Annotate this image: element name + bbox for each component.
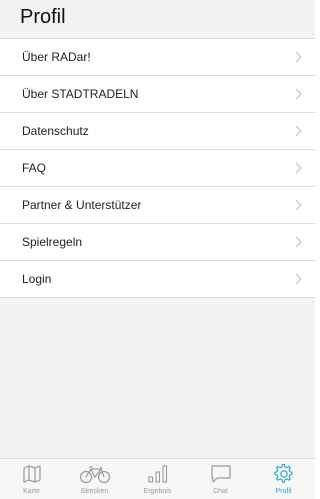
- menu-item-label: FAQ: [22, 161, 47, 175]
- tab-label: Chat: [213, 488, 228, 495]
- menu-item-label: Spielregeln: [22, 235, 83, 249]
- tab-ergebnis[interactable]: Ergebnis: [126, 459, 189, 499]
- menu-item-label: Datenschutz: [22, 124, 89, 138]
- tab-label: Karte: [23, 488, 40, 495]
- profile-screen: Profil Über RADar! Über STADTRADELN Date…: [0, 0, 315, 499]
- menu-item-partners[interactable]: Partner & Unterstützer: [0, 187, 315, 224]
- tab-karte[interactable]: Karte: [0, 459, 63, 499]
- map-icon: [22, 465, 41, 483]
- chevron-right-icon: [295, 88, 302, 100]
- menu-item-login[interactable]: Login: [0, 261, 315, 298]
- chevron-right-icon: [295, 236, 302, 248]
- menu-item-about-stadtradeln[interactable]: Über STADTRADELN: [0, 76, 315, 113]
- tab-label: Ergebnis: [143, 488, 172, 495]
- chevron-right-icon: [295, 51, 302, 63]
- menu-item-rules[interactable]: Spielregeln: [0, 224, 315, 261]
- chevron-right-icon: [295, 199, 302, 211]
- menu-item-faq[interactable]: FAQ: [0, 150, 315, 187]
- menu-item-label: Über RADar!: [22, 50, 91, 64]
- bar-chart-icon: [147, 465, 167, 483]
- menu-item-privacy[interactable]: Datenschutz: [0, 113, 315, 150]
- tab-label: Profil: [275, 488, 292, 495]
- menu-item-about-radar[interactable]: Über RADar!: [0, 39, 315, 76]
- bicycle-icon: [79, 466, 110, 484]
- header: Profil: [0, 0, 315, 38]
- tab-strecken[interactable]: Strecken: [63, 459, 126, 499]
- menu-item-label: Login: [22, 272, 52, 286]
- chat-bubble-icon: [210, 465, 231, 483]
- chevron-right-icon: [295, 273, 302, 285]
- chevron-right-icon: [295, 125, 302, 137]
- menu-item-label: Über STADTRADELN: [22, 87, 139, 101]
- chevron-right-icon: [295, 162, 302, 174]
- page-title: Profil: [20, 6, 66, 28]
- menu-item-label: Partner & Unterstützer: [22, 198, 142, 212]
- tab-label: Strecken: [80, 488, 109, 495]
- gear-icon: [273, 464, 293, 483]
- bottom-tab-bar: Karte Strecken Ergebnis Chat Profil: [0, 458, 315, 499]
- tab-profil[interactable]: Profil: [252, 459, 315, 499]
- tab-chat[interactable]: Chat: [189, 459, 252, 499]
- profile-menu-list: Über RADar! Über STADTRADELN Datenschutz…: [0, 38, 315, 298]
